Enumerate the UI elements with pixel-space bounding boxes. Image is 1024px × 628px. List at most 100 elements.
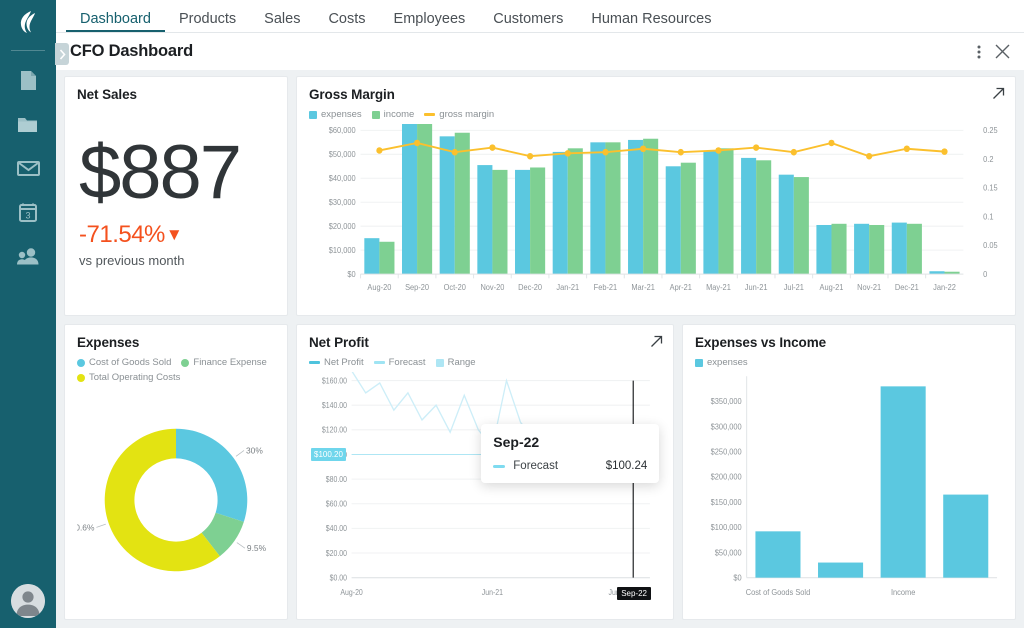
net-profit-active-xtick: Sep-22: [617, 587, 651, 600]
gross-margin-xtick: May-21: [706, 283, 731, 292]
gross-margin-title: Gross Margin: [309, 87, 1003, 102]
legend-swatch-range: [436, 359, 444, 367]
expenses-vs-income-ytick: $300,000: [711, 422, 742, 431]
gross-margin-chart[interactable]: $0$10,000$20,000$30,000$40,000$50,000$60…: [309, 124, 1003, 309]
gross-margin-xtick: Feb-21: [594, 283, 618, 292]
envelope-icon[interactable]: [11, 153, 45, 183]
legend-swatch-expenses: [309, 111, 317, 119]
tooltip-title: Sep-22: [493, 434, 647, 450]
gross-margin-xtick: Nov-20: [480, 283, 504, 292]
nav-item-dashboard[interactable]: Dashboard: [66, 12, 165, 33]
net-profit-ytick: $120.00: [322, 425, 347, 435]
expenses-vs-income-bar: [881, 386, 926, 577]
legend-item-cogs[interactable]: Cost of Goods Sold: [77, 357, 171, 368]
net-profit-ytick: $40.00: [326, 524, 347, 534]
legend-item-total-operating-costs[interactable]: Total Operating Costs: [77, 372, 180, 383]
gross-margin-bar-income: [907, 224, 922, 274]
page-header: CFO Dashboard: [56, 33, 1024, 70]
gross-margin-bar-income: [756, 160, 771, 274]
legend-label-income: income: [384, 109, 415, 120]
gross-margin-xtick: Nov-21: [857, 283, 881, 292]
net-profit-ytick: $80.00: [326, 474, 347, 484]
people-icon[interactable]: [11, 241, 45, 271]
legend-item-expenses[interactable]: expenses: [309, 109, 362, 120]
expenses-legend: Cost of Goods Sold Finance Expense Total…: [77, 357, 275, 383]
net-profit-crosshair-label: $100.20: [311, 448, 346, 461]
expand-arrow-icon-net-profit[interactable]: [650, 335, 663, 353]
gross-margin-legend: expenses income gross margin: [309, 109, 1003, 120]
gross-margin-point: [452, 149, 458, 156]
legend-swatch-cogs: [77, 359, 85, 367]
dashboard-body: Net Sales $887 -71.54% ▼ vs previous mon…: [56, 70, 1024, 628]
nav-item-sales[interactable]: Sales: [250, 12, 314, 33]
expenses-vs-income-bar: [818, 563, 863, 578]
kebab-menu-icon[interactable]: [977, 44, 981, 60]
gross-margin-bar-expenses: [402, 124, 417, 274]
legend-label-expenses-2: expenses: [707, 357, 748, 368]
gross-margin-point: [640, 145, 646, 152]
gross-margin-point: [828, 140, 834, 147]
legend-label-forecast: Forecast: [389, 357, 426, 368]
app-logo[interactable]: [0, 0, 56, 44]
gross-margin-point: [565, 150, 571, 157]
legend-item-net-profit[interactable]: Net Profit: [309, 357, 364, 368]
net-profit-tooltip: Sep-22 Forecast $100.24: [481, 424, 659, 483]
card-net-sales: Net Sales $887 -71.54% ▼ vs previous mon…: [64, 76, 288, 316]
card-gross-margin: Gross Margin expenses income: [296, 76, 1016, 316]
chevron-right-icon[interactable]: [55, 43, 69, 65]
gross-margin-bar-expenses: [816, 225, 831, 274]
gross-margin-bar-expenses: [364, 238, 379, 274]
gross-margin-point: [941, 148, 947, 155]
legend-item-range[interactable]: Range: [436, 357, 476, 368]
document-icon[interactable]: [11, 65, 45, 95]
card-expenses-vs-income: Expenses vs Income expenses $0$50,000$10…: [682, 324, 1016, 620]
gross-margin-xtick: Sep-20: [405, 283, 429, 292]
gross-margin-point: [376, 147, 382, 154]
legend-item-finance-expense[interactable]: Finance Expense: [181, 357, 266, 368]
gross-margin-bar-expenses: [477, 165, 492, 274]
nav-item-human-resources[interactable]: Human Resources: [577, 12, 725, 33]
legend-label-finance-expense: Finance Expense: [193, 357, 266, 368]
expand-arrow-icon[interactable]: [992, 87, 1005, 105]
legend-swatch-total-operating-costs: [77, 374, 85, 382]
net-profit-ytick: $60.00: [326, 499, 347, 509]
nav-item-customers[interactable]: Customers: [479, 12, 577, 33]
legend-label-gross-margin: gross margin: [439, 109, 494, 120]
expenses-donut-chart[interactable]: 30%9.5%60.6%: [77, 387, 275, 613]
expenses-vs-income-ytick: $150,000: [711, 498, 742, 507]
calendar-icon[interactable]: 3: [11, 197, 45, 227]
expenses-vs-income-legend: expenses: [695, 357, 1003, 368]
legend-item-expenses-2[interactable]: expenses: [695, 357, 748, 368]
close-icon[interactable]: [995, 44, 1010, 59]
legend-item-gross-margin[interactable]: gross margin: [424, 109, 494, 120]
legend-swatch-gross-margin: [424, 113, 435, 116]
gross-margin-y2tick: 0.15: [983, 183, 997, 192]
gross-margin-xtick: Aug-20: [367, 283, 391, 292]
folder-icon[interactable]: [11, 109, 45, 139]
gross-margin-ytick: $40,000: [329, 174, 356, 183]
expenses-vs-income-chart[interactable]: $0$50,000$100,000$150,000$200,000$250,00…: [695, 372, 1003, 613]
gross-margin-y2tick: 0.1: [983, 212, 993, 221]
legend-item-forecast[interactable]: Forecast: [374, 357, 426, 368]
gross-margin-ytick: $20,000: [329, 222, 356, 231]
user-avatar-icon[interactable]: [11, 584, 45, 618]
nav-item-products[interactable]: Products: [165, 12, 250, 33]
gross-margin-point: [753, 144, 759, 151]
gross-margin-xtick: Jan-21: [556, 283, 579, 292]
gross-margin-point: [527, 153, 533, 160]
net-profit-chart[interactable]: $0.00$20.00$40.00$60.00$80.00$100.00$120…: [309, 372, 661, 613]
donut-slice-label: 30%: [246, 445, 263, 455]
nav-item-employees[interactable]: Employees: [380, 12, 480, 33]
net-profit-legend: Net Profit Forecast Range: [309, 357, 661, 368]
gross-margin-bar-expenses: [440, 136, 455, 274]
dashboard-app: 3 Dashboard Product: [0, 0, 1024, 628]
card-expenses: Expenses Cost of Goods Sold Finance Expe…: [64, 324, 288, 620]
expenses-vs-income-title: Expenses vs Income: [695, 335, 1003, 350]
legend-item-income[interactable]: income: [372, 109, 415, 120]
gross-margin-bar-expenses: [515, 170, 530, 274]
net-sales-kpi: $887 -71.54% ▼ vs previous month: [77, 96, 275, 309]
nav-item-costs[interactable]: Costs: [314, 12, 379, 33]
expenses-vs-income-ytick: $100,000: [711, 523, 742, 532]
tooltip-series-value: $100.24: [606, 460, 648, 472]
net-profit-ytick: $140.00: [322, 401, 347, 411]
